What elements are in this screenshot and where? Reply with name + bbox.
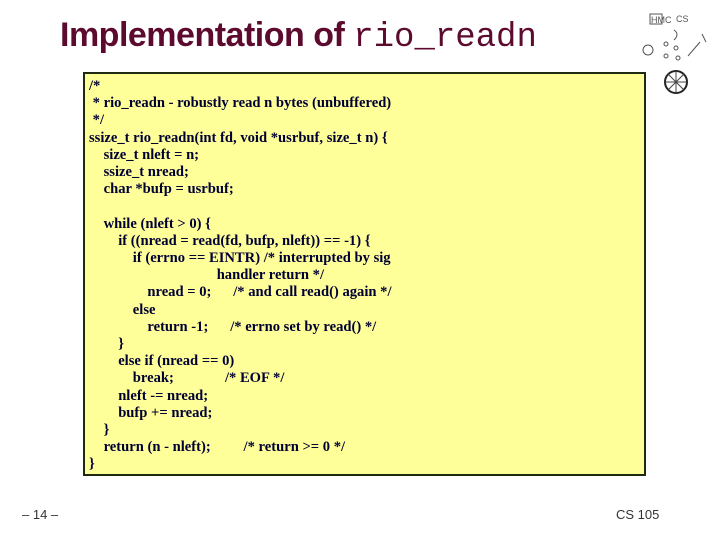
- code-line: nread = 0; /* and call read() again */: [89, 284, 392, 301]
- code-line: if ((nread = read(fd, bufp, nleft)) == -…: [89, 232, 371, 249]
- code-listing: /* * rio_readn - robustly read n bytes (…: [89, 78, 644, 474]
- course-label: CS 105: [616, 507, 660, 522]
- code-line: ssize_t rio_readn(int fd, void *usrbuf, …: [89, 129, 388, 146]
- code-line: char *bufp = usrbuf;: [89, 181, 234, 198]
- title-code: rio_readn: [353, 19, 537, 57]
- code-line: bufp += nread;: [89, 404, 213, 421]
- page-number: – 14 –: [22, 507, 59, 522]
- code-line: break; /* EOF */: [89, 370, 285, 387]
- code-line: handler return */: [89, 267, 324, 284]
- code-line: while (nleft > 0) {: [89, 215, 211, 232]
- code-line: */: [89, 112, 104, 129]
- code-line: else: [89, 301, 156, 318]
- code-line: /*: [89, 78, 101, 94]
- code-line: return -1; /* errno set by read() */: [89, 318, 377, 335]
- code-line: * rio_readn - robustly read n bytes (unb…: [89, 95, 392, 112]
- svg-text:HMC: HMC: [651, 15, 672, 25]
- slide-title: Implementation of rio_readn: [60, 16, 537, 57]
- code-line: if (errno == EINTR) /* interrupted by si…: [89, 250, 391, 267]
- code-line: }: [89, 336, 124, 353]
- svg-text:CS: CS: [676, 14, 689, 24]
- code-box: /* * rio_readn - robustly read n bytes (…: [83, 72, 646, 476]
- title-prefix: Implementation of: [60, 16, 354, 54]
- code-line: nleft -= nread;: [89, 387, 209, 404]
- code-line: else if (nread == 0): [89, 353, 235, 370]
- code-line: return (n - nleft); /* return >= 0 */: [89, 439, 346, 456]
- code-line: }: [89, 422, 110, 439]
- code-line: ssize_t nread;: [89, 164, 189, 181]
- code-line: size_t nleft = n;: [89, 146, 200, 163]
- hmc-cs-logo-icon: HMC CS: [642, 13, 707, 94]
- code-line: }: [89, 456, 95, 473]
